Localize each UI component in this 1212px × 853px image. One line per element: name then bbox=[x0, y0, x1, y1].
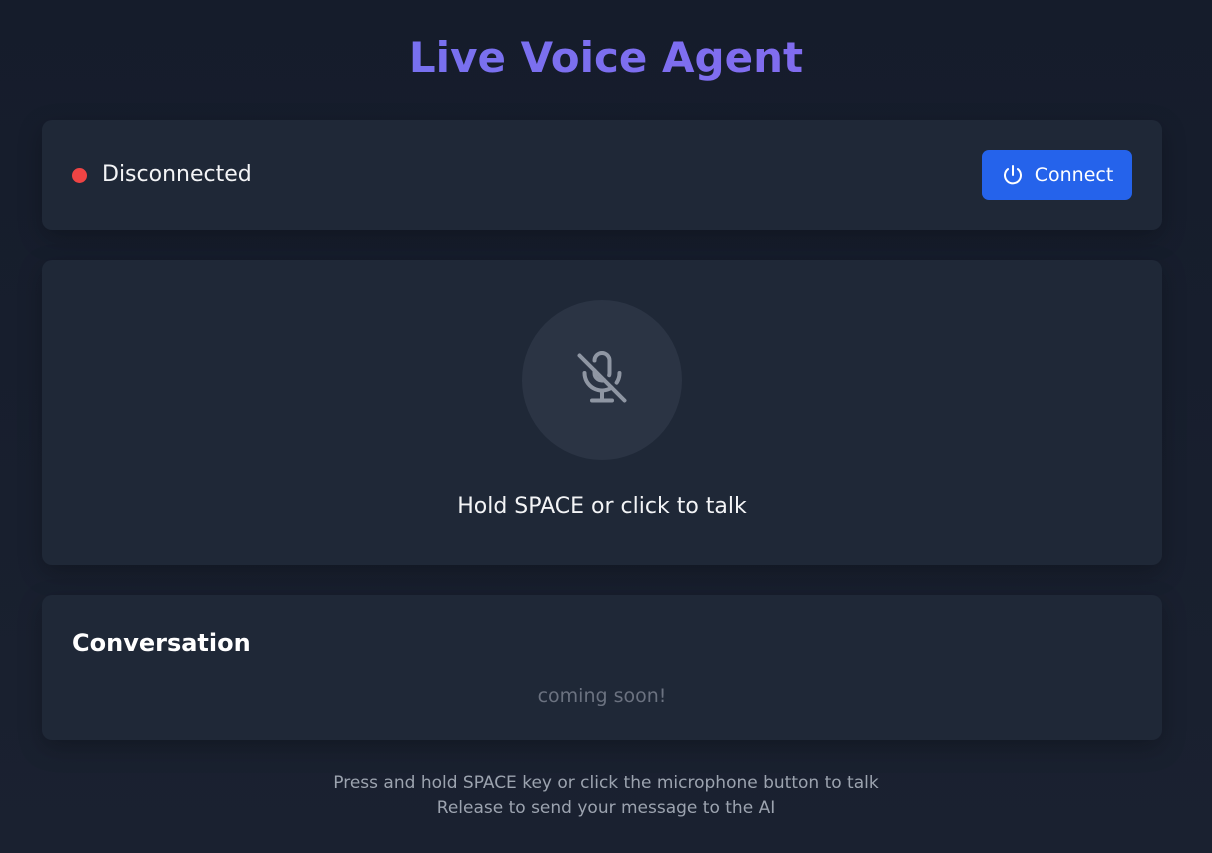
instruction-line: Release to send your message to the AI bbox=[436, 798, 776, 818]
connect-button[interactable]: Connect bbox=[982, 150, 1132, 200]
instruction-line: Press and hold SPACE key or click the mi… bbox=[333, 773, 879, 793]
microphone-button[interactable] bbox=[522, 300, 682, 460]
page-title: Live Voice Agent bbox=[0, 30, 1212, 86]
connect-button-label: Connect bbox=[1034, 164, 1114, 186]
conversation-placeholder: coming soon! bbox=[537, 685, 667, 707]
voice-control-card: Hold SPACE or click to talk bbox=[42, 260, 1162, 565]
power-icon bbox=[1001, 163, 1025, 187]
conversation-title: Conversation bbox=[72, 629, 251, 657]
connection-status-text: Disconnected bbox=[102, 162, 252, 187]
instructions-footer: Press and hold SPACE key or click the mi… bbox=[0, 771, 1212, 821]
status-indicator-dot bbox=[72, 168, 87, 183]
connection-status-card: Disconnected Connect bbox=[42, 120, 1162, 230]
microphone-off-icon bbox=[572, 348, 632, 412]
conversation-panel: Conversation coming soon! bbox=[42, 595, 1162, 740]
talk-hint-text: Hold SPACE or click to talk bbox=[457, 494, 747, 519]
